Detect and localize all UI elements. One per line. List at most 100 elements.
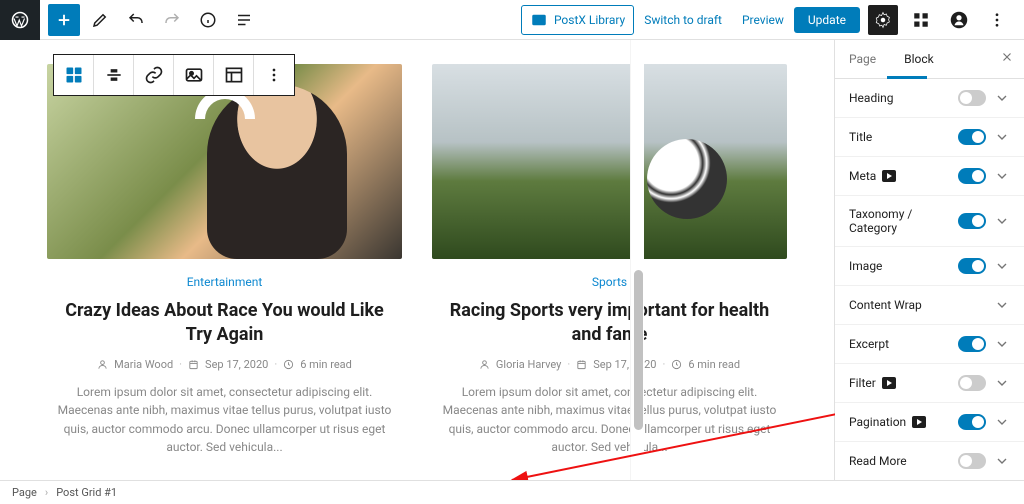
block-toolbar bbox=[53, 54, 295, 96]
update-button[interactable]: Update bbox=[794, 7, 860, 33]
post-category[interactable]: Entertainment bbox=[47, 259, 402, 299]
breadcrumb-item[interactable]: Post Grid #1 bbox=[56, 486, 117, 499]
toggle-pagination[interactable] bbox=[958, 414, 986, 430]
panel-label: Read More bbox=[849, 454, 907, 468]
chevron-down-icon bbox=[994, 336, 1010, 352]
calendar-icon bbox=[188, 359, 199, 370]
toggle-excerpt[interactable] bbox=[958, 336, 986, 352]
chevron-down-icon bbox=[994, 375, 1010, 391]
post-excerpt: Lorem ipsum dolor sit amet, consectetur … bbox=[47, 383, 402, 457]
chevron-down-icon bbox=[994, 453, 1010, 469]
image-icon[interactable] bbox=[174, 55, 214, 95]
video-icon bbox=[882, 377, 896, 389]
editor-topbar: PostX Library Switch to draft Preview Up… bbox=[0, 0, 1024, 40]
post-meta: Maria Wood· Sep 17, 2020· 6 min read bbox=[47, 358, 402, 383]
post-title[interactable]: Racing Sports very important for health … bbox=[432, 299, 787, 358]
post-category[interactable]: Sports bbox=[432, 259, 787, 299]
calendar-icon bbox=[576, 359, 587, 370]
panel-label: Pagination bbox=[849, 415, 906, 429]
preview-button[interactable]: Preview bbox=[732, 7, 794, 33]
panel-label: Filter bbox=[849, 376, 876, 390]
toggle-filter[interactable] bbox=[958, 375, 986, 391]
post-card: Entertainment Crazy Ideas About Race You… bbox=[47, 64, 402, 457]
align-icon[interactable] bbox=[94, 55, 134, 95]
author-icon bbox=[97, 359, 108, 370]
toggle-read-more[interactable] bbox=[958, 453, 986, 469]
toggle-image[interactable] bbox=[958, 258, 986, 274]
postx-library-label: PostX Library bbox=[554, 13, 625, 27]
edit-icon[interactable] bbox=[84, 4, 116, 36]
tab-page[interactable]: Page bbox=[835, 40, 890, 78]
breadcrumb: Page › Post Grid #1 bbox=[0, 480, 1024, 504]
layout-icon[interactable] bbox=[214, 55, 254, 95]
toggle-taxonomy-category[interactable] bbox=[958, 213, 986, 229]
panel-label: Heading bbox=[849, 91, 894, 105]
panel-row-excerpt[interactable]: Excerpt bbox=[835, 325, 1024, 364]
panel-label: Content Wrap bbox=[849, 298, 922, 312]
breadcrumb-separator: › bbox=[45, 486, 48, 499]
block-type-icon[interactable] bbox=[54, 55, 94, 95]
wordpress-logo[interactable] bbox=[0, 0, 40, 40]
post-readtime: 6 min read bbox=[688, 358, 740, 371]
panel-row-taxonomy-category[interactable]: Taxonomy / Category bbox=[835, 196, 1024, 247]
editor-canvas[interactable]: Entertainment Crazy Ideas About Race You… bbox=[0, 40, 834, 480]
more-menu-icon[interactable] bbox=[982, 5, 1012, 35]
blocks-icon[interactable] bbox=[906, 5, 936, 35]
post-date: Sep 17, 2020 bbox=[593, 358, 656, 371]
post-card: Sports Racing Sports very important for … bbox=[432, 64, 787, 457]
panel-row-meta[interactable]: Meta bbox=[835, 157, 1024, 196]
post-meta: Gloria Harvey· Sep 17, 2020· 6 min read bbox=[432, 358, 787, 383]
block-more-icon[interactable] bbox=[254, 55, 294, 95]
redo-button[interactable] bbox=[156, 4, 188, 36]
panel-label: Excerpt bbox=[849, 337, 889, 351]
post-readtime: 6 min read bbox=[300, 358, 352, 371]
info-icon[interactable] bbox=[192, 4, 224, 36]
chevron-down-icon bbox=[994, 213, 1010, 229]
panel-label: Image bbox=[849, 259, 882, 273]
post-author: Maria Wood bbox=[114, 358, 173, 371]
toggle-meta[interactable] bbox=[958, 168, 986, 184]
settings-icon[interactable] bbox=[868, 5, 898, 35]
toggle-heading[interactable] bbox=[958, 90, 986, 106]
chevron-down-icon bbox=[994, 258, 1010, 274]
sidebar-tabs: Page Block bbox=[835, 40, 1024, 79]
link-icon[interactable] bbox=[134, 55, 174, 95]
switch-to-draft-button[interactable]: Switch to draft bbox=[634, 7, 732, 33]
post-title[interactable]: Crazy Ideas About Race You would Like Tr… bbox=[47, 299, 402, 358]
panel-row-heading[interactable]: Heading bbox=[835, 79, 1024, 118]
clock-icon bbox=[671, 359, 682, 370]
postx-library-button[interactable]: PostX Library bbox=[521, 5, 634, 35]
clock-icon bbox=[283, 359, 294, 370]
panel-label: Title bbox=[849, 130, 872, 144]
user-icon[interactable] bbox=[944, 5, 974, 35]
panel-row-pagination[interactable]: Pagination bbox=[835, 403, 1024, 442]
settings-sidebar: Page Block Heading Title Meta Taxonomy / Ca… bbox=[834, 40, 1024, 480]
chevron-down-icon bbox=[994, 297, 1010, 313]
close-sidebar-button[interactable] bbox=[990, 40, 1024, 78]
post-date: Sep 17, 2020 bbox=[205, 358, 268, 371]
panel-label: Meta bbox=[849, 169, 876, 183]
panel-row-content-wrap[interactable]: Content Wrap bbox=[835, 286, 1024, 325]
post-image[interactable] bbox=[432, 64, 787, 259]
video-icon bbox=[912, 416, 926, 428]
post-author: Gloria Harvey bbox=[496, 358, 561, 371]
panel-label: Taxonomy / Category bbox=[849, 207, 958, 235]
author-icon bbox=[479, 359, 490, 370]
editor-scrollbar[interactable] bbox=[630, 40, 644, 480]
chevron-down-icon bbox=[994, 414, 1010, 430]
panel-row-image[interactable]: Image bbox=[835, 247, 1024, 286]
chevron-down-icon bbox=[994, 168, 1010, 184]
panel-row-filter[interactable]: Filter bbox=[835, 364, 1024, 403]
add-block-button[interactable] bbox=[48, 4, 80, 36]
outline-icon[interactable] bbox=[228, 4, 260, 36]
post-excerpt: Lorem ipsum dolor sit amet, consectetur … bbox=[432, 383, 787, 457]
panel-row-title[interactable]: Title bbox=[835, 118, 1024, 157]
chevron-down-icon bbox=[994, 90, 1010, 106]
post-grid: Entertainment Crazy Ideas About Race You… bbox=[47, 64, 787, 457]
toggle-title[interactable] bbox=[958, 129, 986, 145]
tab-block[interactable]: Block bbox=[890, 40, 948, 78]
chevron-down-icon bbox=[994, 129, 1010, 145]
breadcrumb-root[interactable]: Page bbox=[12, 486, 37, 499]
panel-row-read-more[interactable]: Read More bbox=[835, 442, 1024, 480]
undo-button[interactable] bbox=[120, 4, 152, 36]
